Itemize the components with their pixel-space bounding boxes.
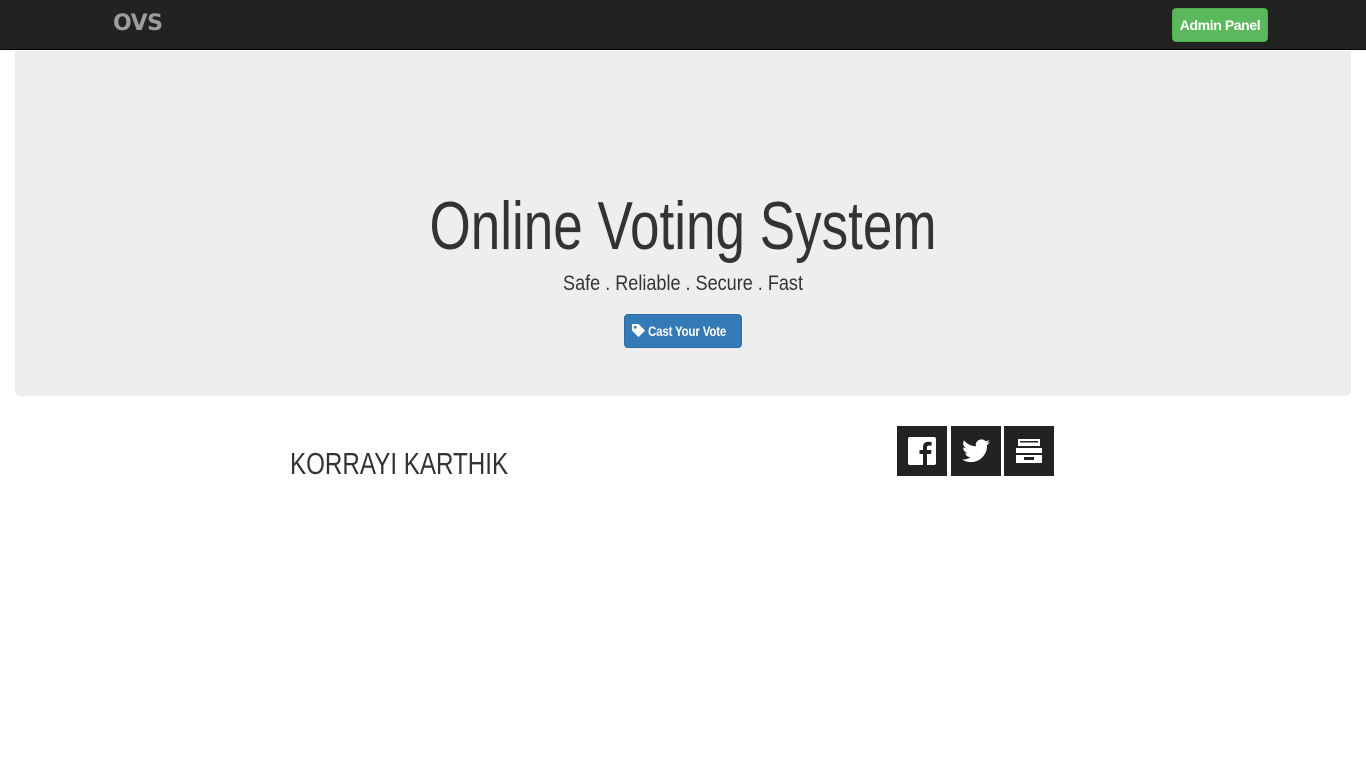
brand-logo[interactable]: OVS [113, 11, 163, 36]
author-name: KORRAYI KARTHIK [290, 446, 509, 481]
hero-title: Online Voting System [429, 188, 937, 264]
facebook-icon [908, 437, 936, 465]
archive-icon [1016, 439, 1042, 463]
admin-panel-button[interactable]: Admin Panel [1172, 8, 1268, 42]
twitter-link[interactable] [951, 426, 1001, 476]
top-navbar: OVS Admin Panel [0, 0, 1366, 50]
hero-jumbotron: Online Voting System Safe . Reliable . S… [15, 51, 1351, 396]
facebook-link[interactable] [897, 426, 947, 476]
hero-tagline: Safe . Reliable . Secure . Fast [563, 272, 803, 295]
tag-icon [631, 323, 646, 339]
twitter-icon [962, 439, 990, 463]
cast-vote-button[interactable]: Cast Your Vote [624, 314, 742, 348]
archive-link[interactable] [1004, 426, 1054, 476]
cast-vote-label: Cast Your Vote [647, 323, 726, 339]
